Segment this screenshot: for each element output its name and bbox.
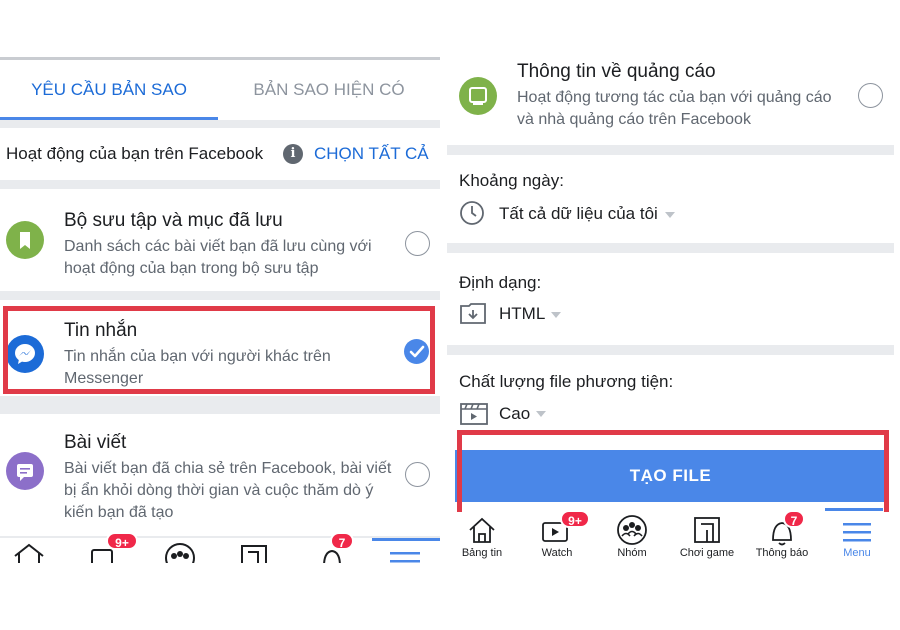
gaming-icon[interactable] [240,544,268,563]
nav-label: Menu [843,547,871,559]
chevron-down-icon [536,411,546,417]
media-quality-label: Chất lượng file phương tiện: [459,372,674,391]
info-icon[interactable]: i [283,144,303,164]
format-section: Định dạng: HTML [447,253,894,345]
radio-saved[interactable] [405,231,430,256]
menu-icon[interactable] [390,548,420,563]
item-title: Bộ sưu tập và mục đã lưu [64,210,283,231]
item-description: Danh sách các bài viết bạn đã lưu cùng v… [64,238,372,277]
watch-badge: 9+ [560,510,590,528]
menu-active-indicator [372,538,440,541]
format-dropdown[interactable]: HTML [499,304,545,324]
nav-label: Chơi game [679,547,735,559]
nav-item-menu[interactable]: Menu [822,512,892,563]
home-icon[interactable] [12,542,46,563]
gaming-icon [694,517,720,543]
film-icon [460,403,488,425]
screenshot-composite: YÊU CẦU BẢN SAO BẢN SAO HIỆN CÓ Hoạt độn… [0,0,900,630]
notifications-badge: 7 [330,532,354,550]
menu-icon [843,523,871,542]
activity-header: Hoạt động của bạn trên Facebook [6,144,264,163]
bottom-nav-cropped: 9+ 7 [0,532,440,563]
clock-icon [460,201,484,225]
radio-posts[interactable] [405,462,430,487]
bookmark-icon [6,221,44,259]
date-range-label: Khoảng ngày: [459,171,564,190]
nav-label: Bảng tin [461,547,503,559]
item-description: Hoạt động tương tác của bạn với quảng cá… [517,89,832,128]
item-title: Bài viết [64,432,127,453]
nav-item-notifications[interactable]: 7 Thông báo [747,510,817,563]
download-folder-icon [460,303,486,324]
watch-badge: 9+ [106,532,138,550]
date-range-dropdown[interactable]: Tất cả dữ liệu của tôi [499,204,658,224]
post-icon [6,452,44,490]
groups-icon[interactable] [164,542,196,563]
format-label: Định dạng: [459,273,542,292]
home-icon [469,517,495,543]
ad-icon [459,77,497,115]
nav-label: Watch [541,547,573,559]
highlight-box-create-file [457,430,889,520]
list-item-ads[interactable]: Thông tin về quảng cáo Hoạt động tương t… [447,57,894,145]
chevron-down-icon [665,212,675,218]
right-panel: Thông tin về quảng cáo Hoạt động tương t… [447,57,894,563]
radio-ads[interactable] [858,83,883,108]
chevron-down-icon [551,312,561,318]
watch-icon[interactable] [90,548,116,563]
list-item-saved[interactable]: Bộ sưu tập và mục đã lưu Danh sách các b… [0,189,440,291]
select-all-link[interactable]: CHỌN TẤT CẢ [314,128,429,180]
media-quality-dropdown[interactable]: Cao [499,404,530,424]
nav-item-watch[interactable]: 9+ Watch [522,510,592,563]
activity-header-row: Hoạt động của bạn trên Facebook i CHỌN T… [0,128,440,180]
nav-label: Nhóm [617,547,647,559]
item-description: Bài viết bạn đã chia sẻ trên Facebook, b… [64,460,392,521]
groups-icon [617,515,647,545]
list-item-posts[interactable]: Bài viết Bài viết bạn đã chia sẻ trên Fa… [0,414,440,536]
nav-item-newsfeed[interactable]: Bảng tin [447,512,517,563]
date-range-section: Khoảng ngày: Tất cả dữ liệu của tôi [447,155,894,243]
item-title: Thông tin về quảng cáo [517,61,716,82]
tab-available-copies[interactable]: BẢN SAO HIỆN CÓ [218,60,440,120]
bottom-nav: Bảng tin 9+ Watch Nhóm Chơi game 7 Thông… [447,510,894,563]
nav-item-gaming[interactable]: Chơi game [672,512,742,563]
nav-item-groups[interactable]: Nhóm [597,512,667,563]
nav-label: Thông báo [755,547,809,559]
left-panel: YÊU CẦU BẢN SAO BẢN SAO HIỆN CÓ Hoạt độn… [0,57,440,563]
tab-bar: YÊU CẦU BẢN SAO BẢN SAO HIỆN CÓ [0,60,440,120]
tab-request-copy[interactable]: YÊU CẦU BẢN SAO [0,60,218,120]
highlight-box-messages [3,306,435,394]
notifications-badge: 7 [783,510,805,528]
